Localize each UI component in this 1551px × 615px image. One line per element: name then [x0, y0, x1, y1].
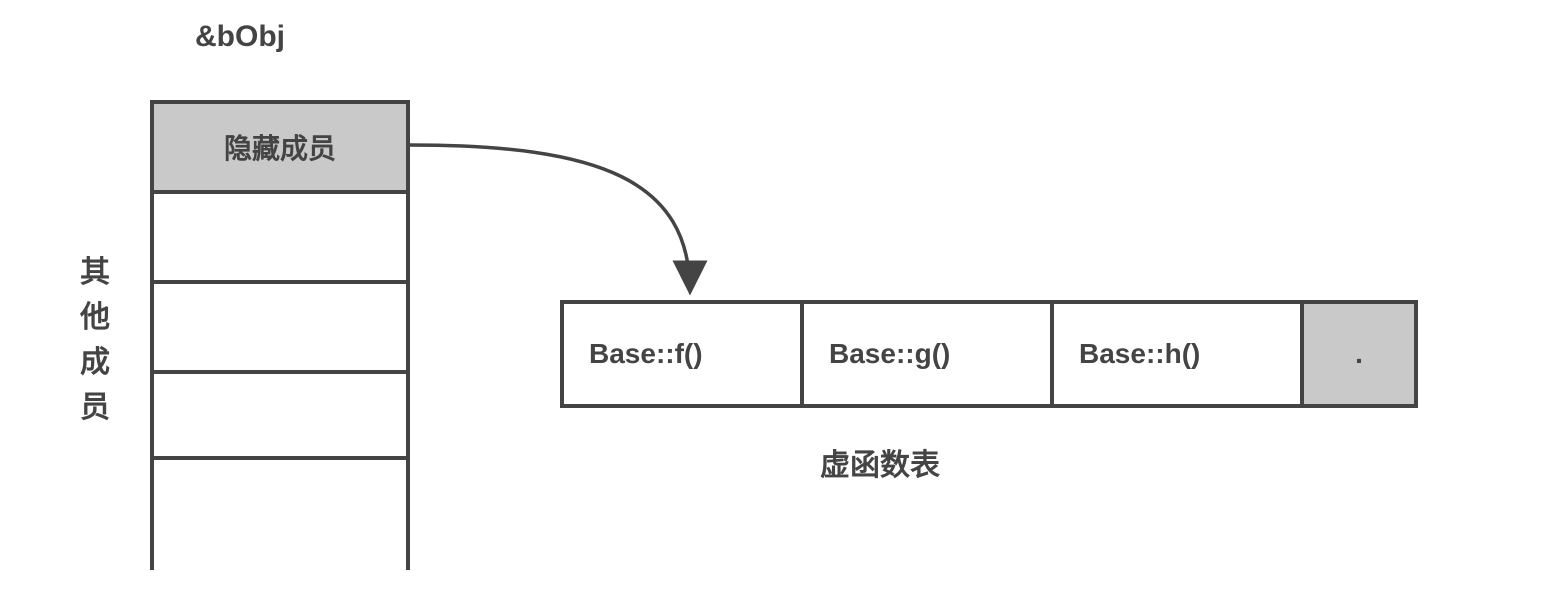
vtable-cell: Base::h() — [1054, 304, 1304, 404]
hidden-member-label: 隐藏成员 — [224, 127, 336, 167]
vtable-row: Base::f() Base::g() Base::h() . — [560, 300, 1418, 408]
vtable-diagram: &bObj 其 他 成 员 隐藏成员 Base::f() Base::g() B… — [0, 0, 1551, 615]
vtable-cell: Base::g() — [804, 304, 1054, 404]
side-label-char: 成 — [80, 346, 110, 379]
vtable-cell: Base::f() — [564, 304, 804, 404]
object-side-label: 其 他 成 员 — [80, 250, 110, 430]
object-member-cell — [150, 190, 410, 280]
object-member-cell — [150, 280, 410, 370]
object-tail — [150, 460, 410, 570]
hidden-member-cell: 隐藏成员 — [150, 100, 410, 190]
vtable-label: 虚函数表 — [820, 440, 940, 484]
side-label-char: 他 — [80, 301, 110, 334]
object-title: &bObj — [195, 20, 285, 54]
object-member-cell — [150, 370, 410, 460]
object-memory-layout: 隐藏成员 — [150, 100, 410, 570]
side-label-char: 员 — [80, 391, 110, 424]
vtable-terminator-cell: . — [1304, 304, 1414, 404]
side-label-char: 其 — [80, 256, 110, 289]
